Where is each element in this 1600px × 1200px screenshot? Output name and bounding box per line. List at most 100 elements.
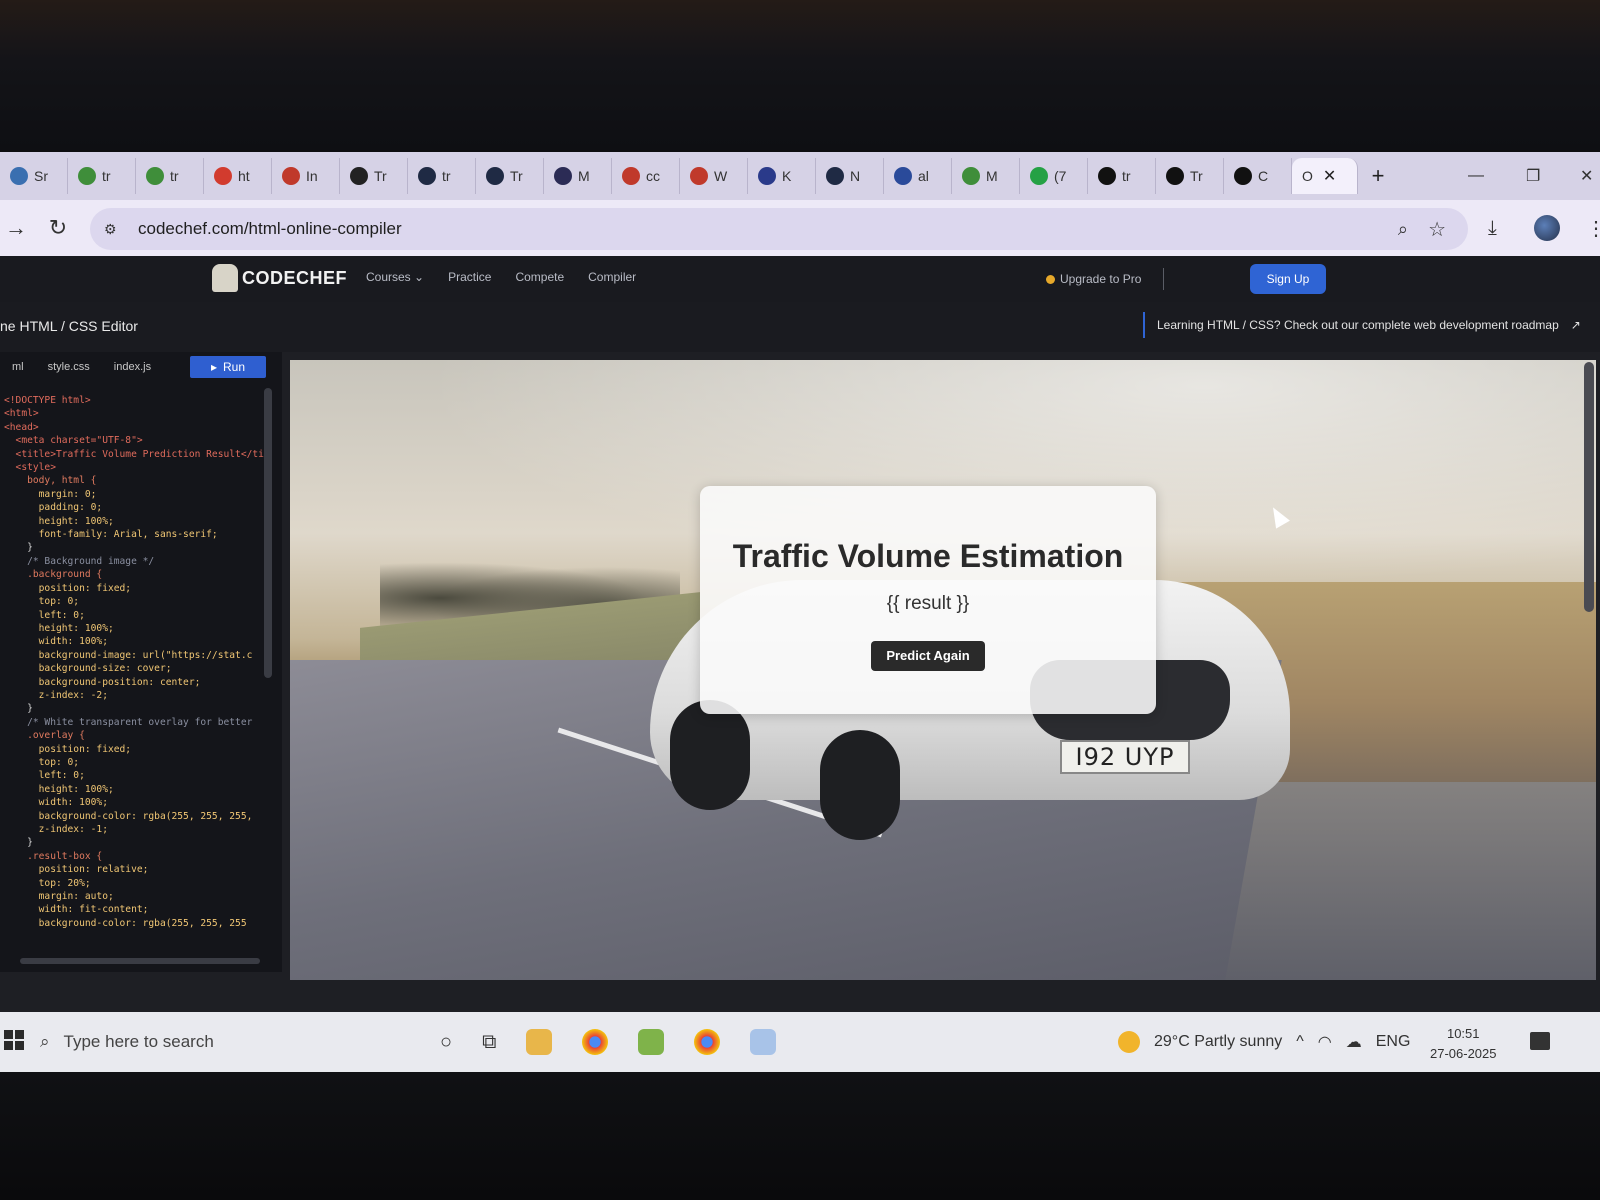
file-tab[interactable]: index.js <box>102 361 163 373</box>
run-button[interactable]: ▸ Run <box>190 356 266 378</box>
tab-label: tr <box>442 168 451 184</box>
upgrade-link[interactable]: Upgrade to Pro <box>1046 272 1141 286</box>
download-icon[interactable]: ⤓ <box>1488 200 1497 256</box>
restore-icon[interactable]: ❐ <box>1526 152 1540 200</box>
roadmap-banner[interactable]: Learning HTML / CSS? Check out our compl… <box>1143 312 1581 338</box>
search-icon: ⌕ <box>40 1032 50 1051</box>
browser-tab[interactable]: W <box>680 158 748 194</box>
browser-tab[interactable]: tr <box>68 158 136 194</box>
favicon-icon <box>78 167 96 185</box>
site-settings-icon[interactable]: ⚙ <box>104 221 124 237</box>
browser-tab[interactable]: M <box>544 158 612 194</box>
notepad-icon[interactable] <box>638 1029 665 1055</box>
forward-icon[interactable]: → <box>0 215 38 241</box>
browser-tab[interactable]: K <box>748 158 816 194</box>
browser-tab[interactable]: Tr <box>1156 158 1224 194</box>
chrome-active-icon[interactable] <box>694 1029 721 1055</box>
page-scrollbar[interactable] <box>1584 362 1594 612</box>
new-tab-button[interactable]: + <box>1358 163 1398 189</box>
nav-item[interactable]: Compete <box>515 270 564 284</box>
nav-item[interactable]: Courses ⌄ <box>366 270 424 284</box>
close-window-icon[interactable]: ✕ <box>1580 152 1593 200</box>
language-indicator[interactable]: ENG <box>1376 1033 1411 1051</box>
browser-tab[interactable]: tr <box>136 158 204 194</box>
favicon-icon <box>1098 167 1116 185</box>
code-area[interactable]: <!DOCTYPE html> <html> <head> <meta charse… <box>0 394 264 964</box>
reload-icon[interactable]: ↻ <box>36 215 80 241</box>
active-tab[interactable]: O ✕ <box>1292 158 1358 194</box>
nav-item[interactable]: Practice <box>448 270 491 284</box>
weather-icon[interactable] <box>1118 1031 1140 1053</box>
close-tab-icon[interactable]: ✕ <box>1323 166 1336 186</box>
show-hidden-icons[interactable]: ^ <box>1296 1033 1304 1051</box>
start-button[interactable] <box>4 1030 24 1050</box>
favicon-icon <box>758 167 776 185</box>
code-line: height: 100%; <box>4 622 114 634</box>
code-line: <html> <box>4 408 39 420</box>
address-bar[interactable]: ⚙ codechef.com/html-online-compiler ⌕ ☆ <box>90 208 1468 250</box>
browser-tab[interactable]: Tr <box>340 158 408 194</box>
browser-tab[interactable]: ht <box>204 158 272 194</box>
notification-center-icon[interactable] <box>1530 1032 1550 1050</box>
sign-up-button[interactable]: Sign Up <box>1250 264 1326 294</box>
file-tab[interactable]: style.css <box>36 361 102 373</box>
task-view-icon[interactable]: ⧉ <box>482 1031 496 1054</box>
minimize-icon[interactable]: — <box>1468 152 1484 200</box>
network-icon[interactable]: ◠ <box>1318 1032 1332 1052</box>
browser-tab[interactable]: N <box>816 158 884 194</box>
tab-label: K <box>782 168 792 184</box>
favicon-icon <box>214 167 232 185</box>
predict-again-button[interactable]: Predict Again <box>871 641 985 671</box>
code-line: body, html { <box>4 475 97 487</box>
nav-item[interactable]: Compiler <box>588 270 636 284</box>
file-explorer-icon[interactable] <box>526 1029 553 1055</box>
codechef-logo[interactable]: CODECHEF <box>212 264 347 292</box>
code-line: margin: auto; <box>4 891 114 903</box>
editor-vertical-scrollbar[interactable] <box>264 388 272 678</box>
tab-label: tr <box>170 168 179 184</box>
code-line: <!DOCTYPE html> <box>4 395 91 406</box>
browser-tab[interactable]: tr <box>1088 158 1156 194</box>
zoom-icon[interactable]: ⌕ <box>1398 219 1408 240</box>
chrome-icon[interactable] <box>582 1029 609 1055</box>
menu-dots-icon[interactable]: ⋮ <box>1586 200 1600 256</box>
browser-tab[interactable]: M <box>952 158 1020 194</box>
code-line: background-image: url("https://stat.c <box>4 649 253 661</box>
favicon-icon <box>350 167 368 185</box>
file-tab[interactable]: ml <box>0 361 36 373</box>
cortana-icon[interactable]: ○ <box>440 1031 452 1054</box>
app-window-icon[interactable] <box>750 1029 777 1055</box>
tab-label: al <box>918 168 929 184</box>
tab-label: W <box>714 168 728 184</box>
weather-text[interactable]: 29°C Partly sunny <box>1154 1033 1282 1051</box>
tab-label: N <box>850 168 861 184</box>
play-icon: ▸ <box>210 360 217 374</box>
chef-hat-icon <box>212 264 238 292</box>
browser-tab[interactable]: C <box>1224 158 1292 194</box>
code-line: background-size: cover; <box>4 663 172 675</box>
profile-avatar[interactable] <box>1534 200 1560 256</box>
browser-tab[interactable]: tr <box>408 158 476 194</box>
upgrade-label: Upgrade to Pro <box>1060 272 1142 286</box>
car-wheel <box>820 730 900 840</box>
bookmark-star-icon[interactable]: ☆ <box>1428 217 1446 242</box>
browser-tab[interactable]: In <box>272 158 340 194</box>
clock[interactable]: 10:51 27-06-2025 <box>1430 1024 1497 1064</box>
code-line: } <box>4 542 33 554</box>
browser-tab[interactable]: al <box>884 158 952 194</box>
onedrive-icon[interactable]: ☁ <box>1346 1032 1362 1052</box>
taskbar-search[interactable]: ⌕ Type here to search <box>40 1020 420 1064</box>
tab-label: tr <box>1122 168 1131 184</box>
code-line: .overlay { <box>4 730 85 742</box>
windows-taskbar: ⌕ Type here to search ○ ⧉ 29°C Partly su… <box>0 1012 1600 1072</box>
browser-tab[interactable]: (7 <box>1020 158 1088 194</box>
browser-tab[interactable]: cc <box>612 158 680 194</box>
browser-tab[interactable]: Tr <box>476 158 544 194</box>
editor-horizontal-scrollbar[interactable] <box>20 958 260 964</box>
result-box: Traffic Volume Estimation {{ result }} P… <box>700 486 1156 714</box>
license-plate: I92 UYP <box>1060 740 1190 774</box>
tab-label: Sr <box>34 168 48 184</box>
browser-tab[interactable]: Sr <box>0 158 68 194</box>
url-text[interactable]: codechef.com/html-online-compiler <box>138 219 402 239</box>
output-preview: I92 UYP Traffic Volume Estimation {{ res… <box>290 360 1596 980</box>
